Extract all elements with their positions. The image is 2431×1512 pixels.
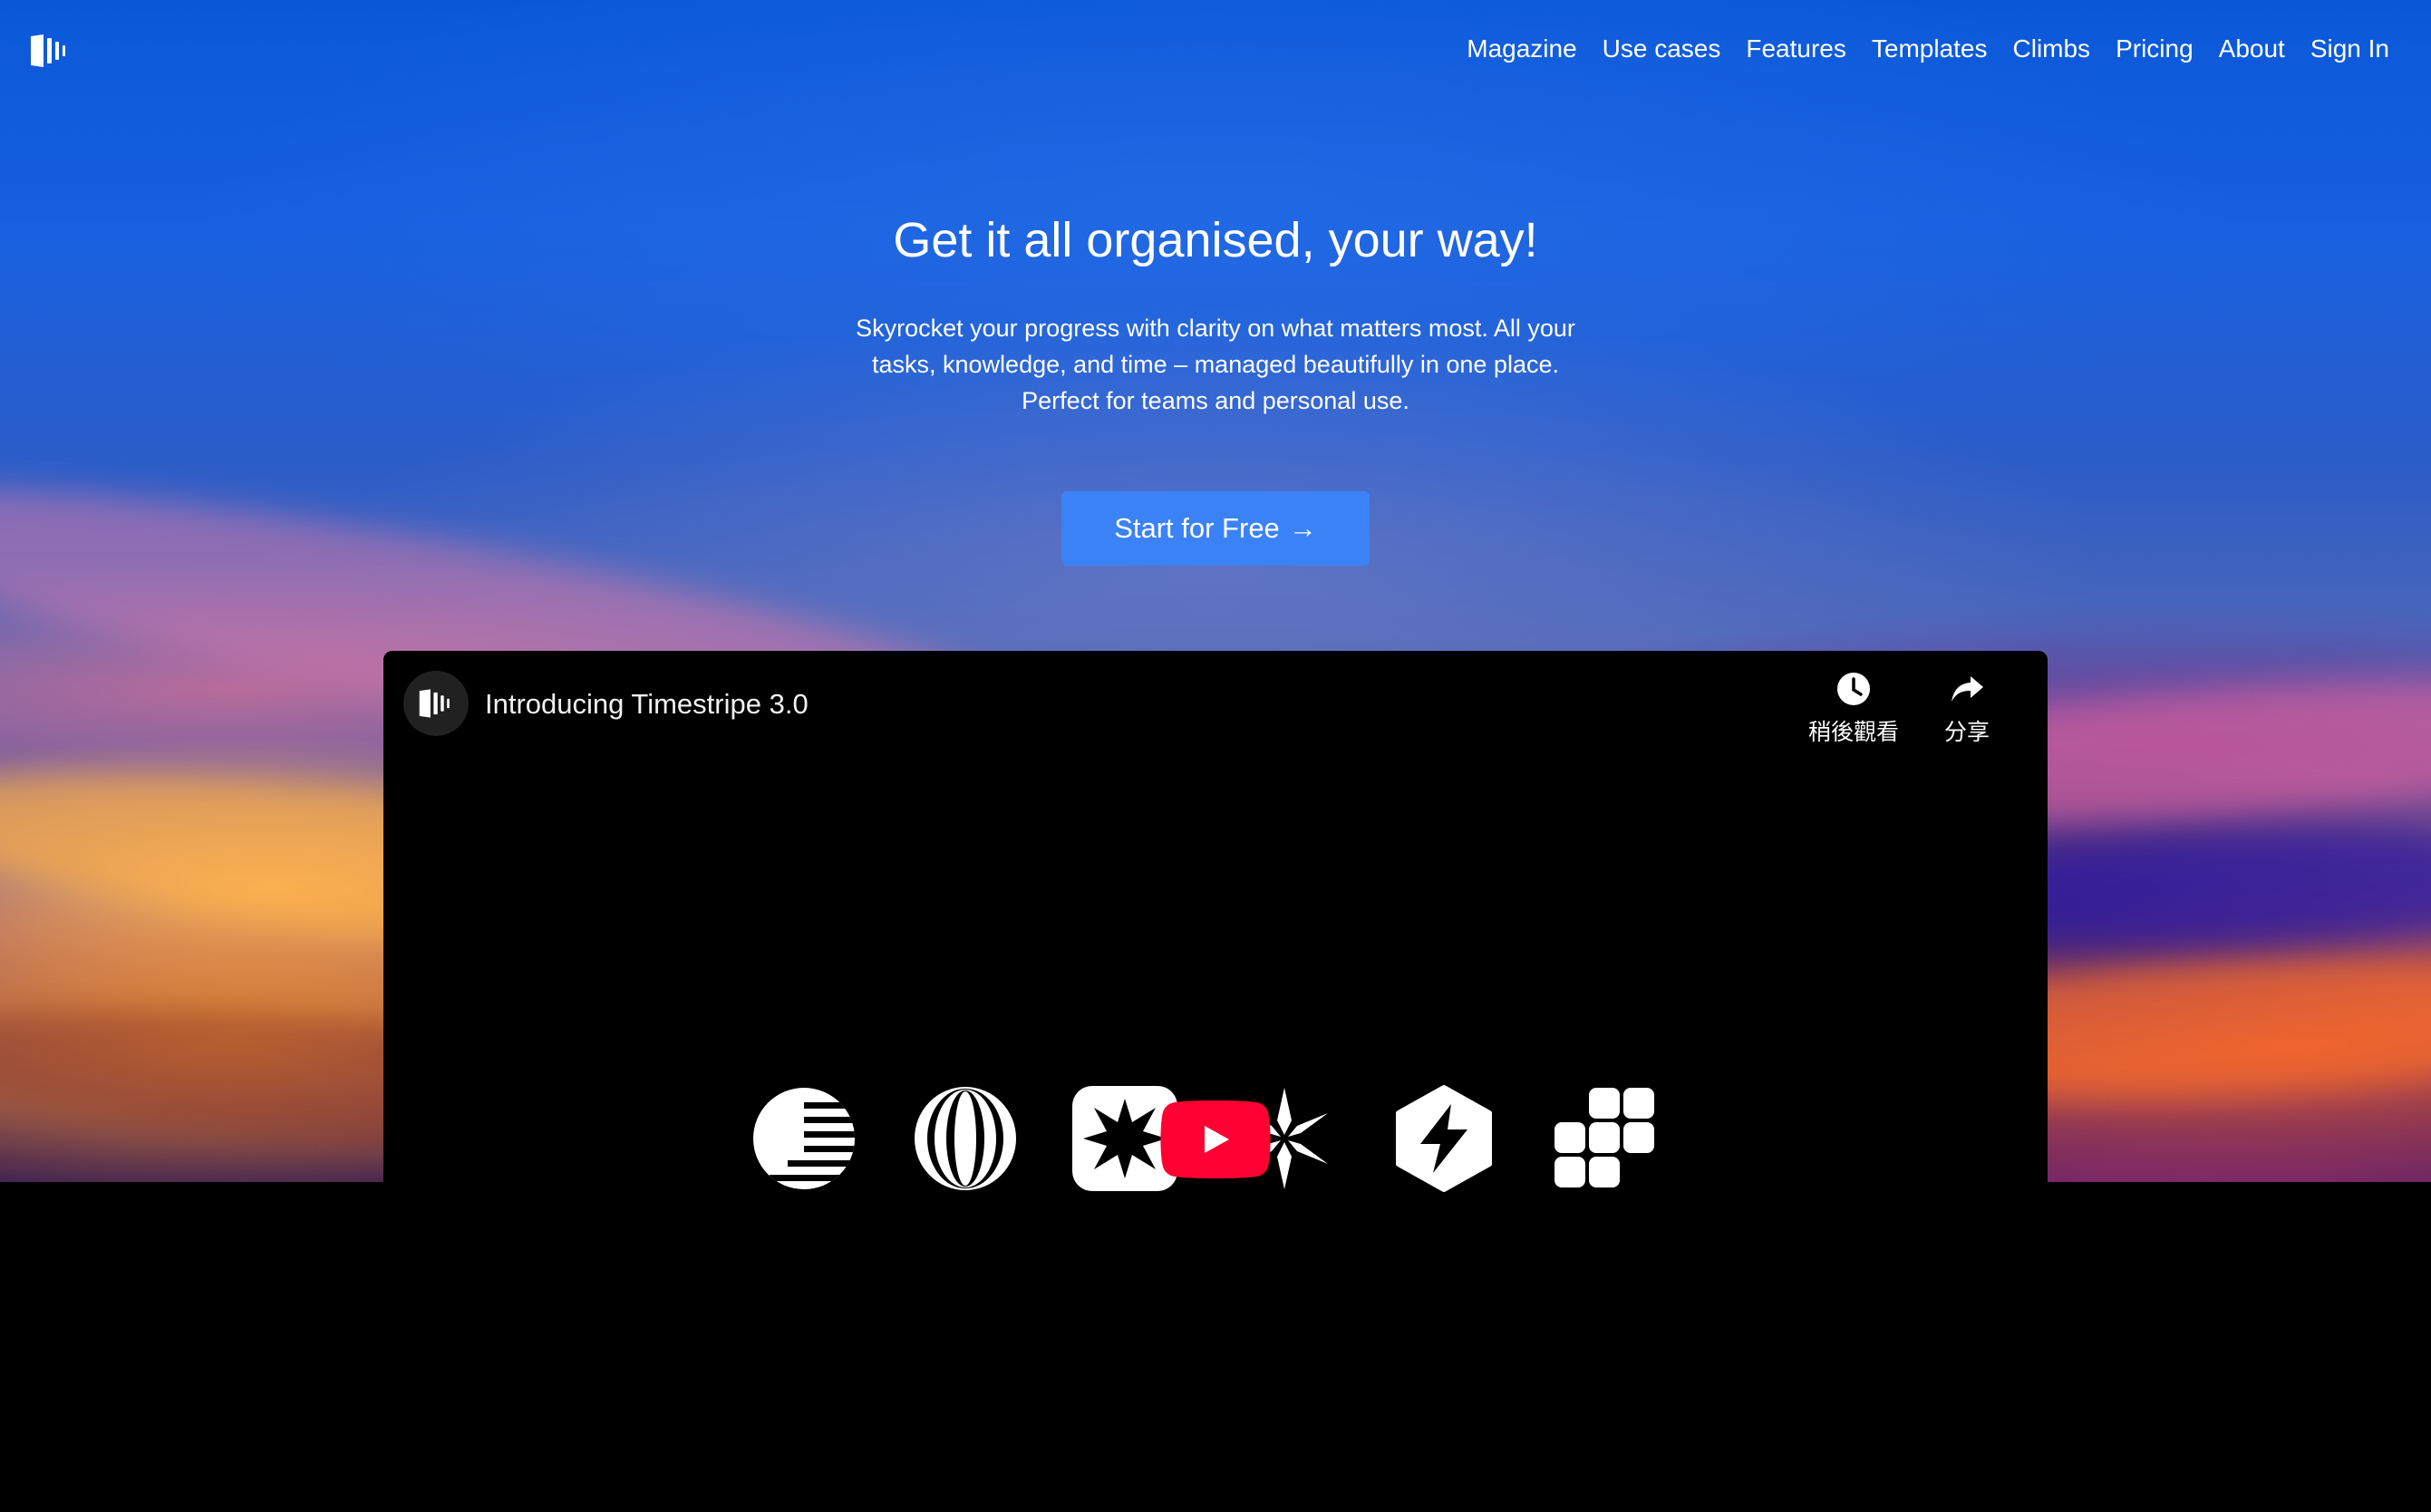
nav-climbs[interactable]: Climbs — [2013, 31, 2091, 67]
timestripe-logo-icon[interactable] — [29, 33, 71, 69]
share-button[interactable]: 分享 — [1944, 671, 1990, 747]
nav-about[interactable]: About — [2219, 31, 2285, 67]
cta-label: Start for Free — [1114, 512, 1280, 544]
hero-subtext: Skyrocket your progress with clarity on … — [762, 310, 1669, 419]
channel-avatar[interactable] — [403, 671, 469, 736]
top-navigation: Magazine Use cases Features Templates Cl… — [0, 0, 2431, 100]
hero-subtext-line: Skyrocket your progress with clarity on … — [856, 315, 1575, 342]
hero-subtext-line: Perfect for teams and personal use. — [1022, 387, 1409, 414]
lightning-hexagon-icon — [1396, 1085, 1492, 1192]
start-for-free-button[interactable]: Start for Free → — [1061, 491, 1370, 566]
nav-sign-in[interactable]: Sign In — [2310, 31, 2389, 67]
nav-links: Magazine Use cases Features Templates Cl… — [1467, 31, 2389, 67]
nav-use-cases[interactable]: Use cases — [1603, 31, 1721, 67]
nav-pricing[interactable]: Pricing — [2116, 31, 2194, 67]
nav-magazine[interactable]: Magazine — [1467, 31, 1576, 67]
nav-features[interactable]: Features — [1746, 31, 1846, 67]
video-embed[interactable]: Introducing Timestripe 3.0 稍後觀看 分享 — [383, 651, 2048, 1512]
video-title[interactable]: Introducing Timestripe 3.0 — [485, 685, 809, 723]
clock-icon — [1837, 673, 1870, 705]
hero-headline: Get it all organised, your way! — [893, 213, 1538, 267]
timestripe-logo-icon — [419, 689, 450, 718]
watch-later-button[interactable]: 稍後觀看 — [1808, 671, 1899, 747]
share-label: 分享 — [1944, 719, 1990, 745]
sunrise-stripes-icon — [753, 1088, 855, 1189]
youtube-play-icon[interactable] — [1160, 1100, 1271, 1178]
vertical-rings-icon — [915, 1087, 1016, 1190]
hero-subtext-line: tasks, knowledge, and time – managed bea… — [872, 351, 1559, 378]
nav-templates[interactable]: Templates — [1872, 31, 1988, 67]
watch-later-label: 稍後觀看 — [1808, 719, 1900, 745]
share-arrow-icon — [1952, 676, 1983, 702]
arrow-right-icon: → — [1288, 512, 1317, 544]
grid-blocks-icon — [1554, 1088, 1654, 1187]
